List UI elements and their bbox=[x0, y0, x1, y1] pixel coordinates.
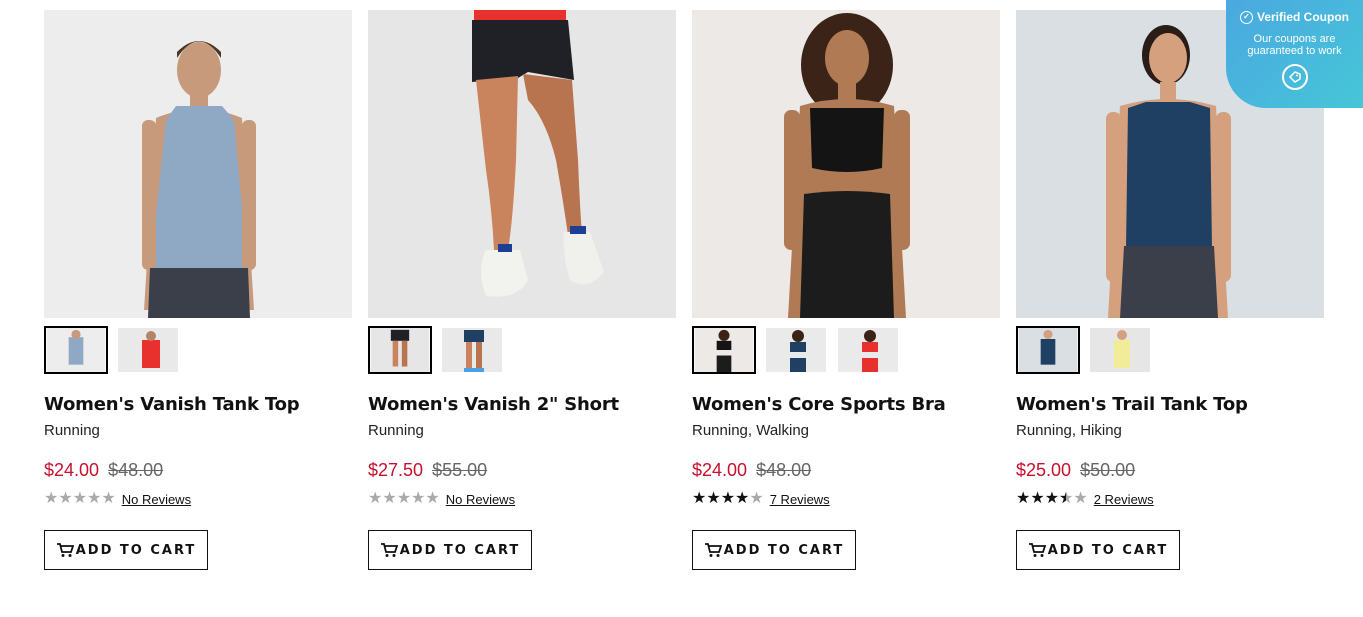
add-to-cart-button[interactable]: ADD TO CART bbox=[368, 530, 532, 570]
thumbnail-row bbox=[368, 326, 504, 374]
product-card: Women's Core Sports Bra Running, Walking… bbox=[692, 10, 1000, 590]
thumbnail-red[interactable] bbox=[116, 326, 180, 374]
thumbnail-row bbox=[44, 326, 180, 374]
product-image[interactable] bbox=[368, 10, 676, 318]
original-price: $55.00 bbox=[432, 460, 488, 480]
product-title[interactable]: Women's Trail Tank Top bbox=[1016, 394, 1248, 415]
rating: ★★★★★ No Reviews bbox=[44, 490, 191, 508]
add-to-cart-label: ADD TO CART bbox=[399, 542, 521, 558]
sale-price: $25.00 bbox=[1016, 460, 1072, 480]
sale-price: $24.00 bbox=[692, 460, 748, 480]
product-card: Women's Vanish 2" Short Running $27.50 $… bbox=[368, 10, 676, 590]
coupon-title: Verified Coupon bbox=[1256, 10, 1349, 24]
thumbnail-navy[interactable] bbox=[764, 326, 828, 374]
reviews-link[interactable]: 2 Reviews bbox=[1094, 492, 1154, 507]
product-categories: Running bbox=[44, 422, 100, 439]
star-rating-icon: ★★★★★ bbox=[44, 490, 116, 507]
add-to-cart-label: ADD TO CART bbox=[723, 542, 845, 558]
product-categories: Running bbox=[368, 422, 424, 439]
star-rating-icon: ★★★★★ bbox=[1016, 490, 1088, 508]
thumbnail-black[interactable] bbox=[692, 326, 756, 374]
original-price: $48.00 bbox=[108, 460, 164, 480]
star-rating-icon: ★★★★★ bbox=[368, 490, 440, 507]
thumbnail-black[interactable] bbox=[368, 326, 432, 374]
verified-coupon-badge[interactable]: ✓ Verified Coupon Our coupons are guaran… bbox=[1226, 0, 1363, 108]
rating: ★★★★★ 7 Reviews bbox=[692, 490, 830, 508]
cart-icon bbox=[1028, 543, 1046, 557]
product-title[interactable]: Women's Vanish 2" Short bbox=[368, 394, 619, 415]
coupon-tag-icon bbox=[1281, 64, 1308, 90]
price-block: $25.00 $50.00 bbox=[1016, 460, 1135, 481]
add-to-cart-button[interactable]: ADD TO CART bbox=[692, 530, 856, 570]
product-image[interactable] bbox=[692, 10, 1000, 318]
product-grid: Women's Vanish Tank Top Running $24.00 $… bbox=[44, 10, 1324, 610]
thumbnail-yellow[interactable] bbox=[1088, 326, 1152, 374]
thumbnail-row bbox=[692, 326, 900, 374]
original-price: $50.00 bbox=[1080, 460, 1136, 480]
thumbnail-blue[interactable] bbox=[44, 326, 108, 374]
price-block: $24.00 $48.00 bbox=[44, 460, 163, 481]
coupon-subtitle: Our coupons are guaranteed to work bbox=[1247, 33, 1342, 57]
price-block: $24.00 $48.00 bbox=[692, 460, 811, 481]
thumbnail-row bbox=[1016, 326, 1152, 374]
original-price: $48.00 bbox=[756, 460, 812, 480]
rating: ★★★★★ 2 Reviews bbox=[1016, 490, 1154, 508]
add-to-cart-button[interactable]: ADD TO CART bbox=[1016, 530, 1180, 570]
product-card: Women's Vanish Tank Top Running $24.00 $… bbox=[44, 10, 352, 590]
star-rating-icon: ★★★★★ bbox=[692, 490, 764, 507]
add-to-cart-button[interactable]: ADD TO CART bbox=[44, 530, 208, 570]
sale-price: $27.50 bbox=[368, 460, 424, 480]
reviews-link[interactable]: No Reviews bbox=[122, 492, 191, 507]
coupon-header: ✓ Verified Coupon bbox=[1226, 10, 1363, 24]
sale-price: $24.00 bbox=[44, 460, 100, 480]
cart-icon bbox=[380, 543, 398, 557]
price-block: $27.50 $55.00 bbox=[368, 460, 487, 481]
thumbnail-navy[interactable] bbox=[1016, 326, 1080, 374]
add-to-cart-label: ADD TO CART bbox=[75, 542, 197, 558]
check-circle-icon: ✓ bbox=[1239, 10, 1253, 24]
thumbnail-red[interactable] bbox=[836, 326, 900, 374]
thumbnail-navy[interactable] bbox=[440, 326, 504, 374]
product-image[interactable] bbox=[44, 10, 352, 318]
product-categories: Running, Hiking bbox=[1016, 422, 1122, 439]
add-to-cart-label: ADD TO CART bbox=[1047, 542, 1169, 558]
product-title[interactable]: Women's Core Sports Bra bbox=[692, 394, 946, 415]
cart-icon bbox=[704, 543, 722, 557]
reviews-link[interactable]: No Reviews bbox=[446, 492, 515, 507]
cart-icon bbox=[56, 543, 74, 557]
product-categories: Running, Walking bbox=[692, 422, 810, 439]
reviews-link[interactable]: 7 Reviews bbox=[770, 492, 830, 507]
product-title[interactable]: Women's Vanish Tank Top bbox=[44, 394, 300, 415]
rating: ★★★★★ No Reviews bbox=[368, 490, 515, 508]
